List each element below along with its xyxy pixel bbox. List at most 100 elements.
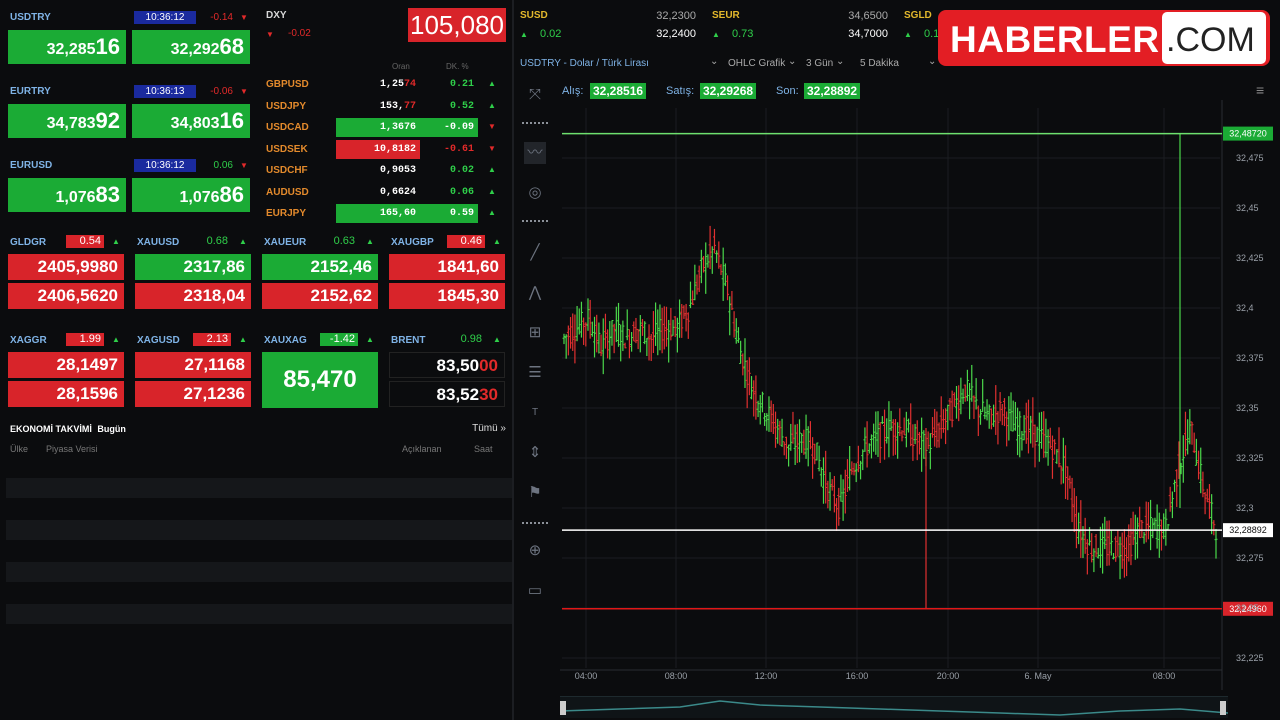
toolbar-separator	[522, 522, 548, 524]
hide-eye-icon[interactable]: ◎	[524, 182, 546, 204]
fx-change: 0.52	[449, 100, 474, 112]
metal-card[interactable]: XAGGR 1.99 ▲ 28,1497 28,1596	[8, 332, 126, 412]
chart-type-chevron-icon[interactable]: ⌄	[788, 56, 796, 67]
calendar-panel: EKONOMİ TAKVİMİ Bugün Tümü » Ülke Piyasa…	[6, 420, 512, 630]
fx-row[interactable]: AUDUSD 0,6624 0.06 ▲	[262, 182, 506, 203]
fx-row[interactable]: EURJPY 165,60 0.59 ▲	[262, 203, 506, 224]
down-arrow-icon: ▼	[240, 13, 248, 22]
calendar-row	[6, 520, 512, 540]
bid-main: 1,076	[55, 189, 96, 206]
ticker-name: SUSD	[520, 10, 548, 21]
ask-tail: 16	[219, 108, 244, 133]
ticker-item[interactable]: SEUR ▲ 0.73 34,6500 34,7000	[706, 6, 892, 46]
range-select[interactable]: 3 Gün	[806, 58, 833, 69]
quote-card[interactable]: USDTRY 10:36:12 -0.14 ▼ 32,28516 32,29268	[8, 8, 252, 76]
path-tool-icon[interactable]: ⋀	[524, 282, 546, 304]
trend-tool-icon[interactable]: 〰	[524, 142, 546, 164]
fx-row[interactable]: USDSEK 10,8182 -0.61 ▼	[262, 139, 506, 160]
interval-chevron-icon[interactable]: ⌄	[928, 56, 936, 67]
up-arrow-icon: ▲	[239, 335, 247, 344]
text-tool-icon[interactable]: T	[524, 402, 546, 424]
fx-row[interactable]: USDJPY 153,77 0.52 ▲	[262, 96, 506, 117]
metal-name: XAUUSD	[137, 237, 180, 248]
metal-change: -1.42	[320, 333, 358, 346]
fx-value-main: 1,25	[379, 79, 404, 90]
ask-box: 32,29268	[132, 30, 250, 64]
fx-name: USDSEK	[266, 143, 308, 155]
up-arrow-icon: ▲	[493, 237, 501, 246]
x-tick-label: 04:00	[575, 671, 598, 681]
fx-row[interactable]: GBPUSD 1,2574 0.21 ▲	[262, 74, 506, 95]
fx-change: 0.21	[449, 79, 474, 90]
ticker-ask: 32,2400	[656, 28, 696, 40]
metal-header: BRENT 0.98 ▲	[389, 332, 507, 348]
fx-value-main: 1,3676	[379, 122, 416, 133]
quote-name: EURTRY	[10, 86, 51, 97]
ask-label: Satış:	[666, 85, 695, 97]
metal-bid: 2405,9980	[8, 254, 124, 280]
dxy-value: 105,080	[408, 8, 506, 42]
y-tick-label: 32,225	[1236, 653, 1264, 663]
fx-name: USDJPY	[266, 100, 307, 112]
bid-main: 34,783	[46, 115, 96, 132]
fib-tool-icon[interactable]: ☰	[524, 362, 546, 384]
fx-row[interactable]: USDCHF 0,9053 0.02 ▲	[262, 160, 506, 181]
fx-value-main: 0,6624	[379, 186, 416, 198]
quote-change: -0.14	[210, 12, 233, 23]
menu-icon[interactable]: ≡	[1256, 82, 1264, 98]
metal-card[interactable]: BRENT 0.98 ▲ 83,5000 83,5230	[389, 332, 507, 412]
metal-value: 85,470	[262, 352, 378, 408]
chart-type-select[interactable]: OHLC Grafik	[728, 58, 785, 69]
symbol-select[interactable]: USDTRY - Dolar / Türk Lirası	[520, 58, 649, 69]
metal-card[interactable]: GLDGR 0.54 ▲ 2405,9980 2406,5620	[8, 234, 126, 314]
fullscreen-icon[interactable]: ⤧	[524, 84, 546, 106]
ticker-bid: 32,2300	[656, 10, 696, 22]
chart-navigator[interactable]	[560, 696, 1228, 718]
folder-icon[interactable]: ▭	[524, 580, 546, 602]
bid-value: 32,28516	[590, 83, 647, 99]
calendar-all-link[interactable]: Tümü »	[472, 423, 506, 434]
interval-select[interactable]: 5 Dakika	[860, 58, 899, 69]
measure-tool-icon[interactable]: ⇕	[524, 442, 546, 464]
x-tick-label: 16:00	[846, 671, 869, 681]
ticker-ask: 34,7000	[848, 28, 888, 40]
grid-tool-icon[interactable]: ⊞	[524, 322, 546, 344]
metal-card[interactable]: XAUEUR 0.63 ▲ 2152,46 2152,62	[262, 234, 380, 314]
last-value: 32,28892	[804, 83, 861, 99]
calendar-col-time: Saat	[474, 444, 493, 454]
metal-card[interactable]: XAGUSD 2.13 ▲ 27,1168 27,1236	[135, 332, 253, 412]
dxy-change: -0.02	[288, 28, 311, 39]
dxy-panel[interactable]: DXY ▼ -0.02 105,080	[262, 6, 506, 46]
navigator-right-handle[interactable]	[1220, 701, 1226, 715]
metal-card[interactable]: XAUGBP 0.46 ▲ 1841,60 1845,30	[389, 234, 507, 314]
ticker-item[interactable]: SUSD ▲ 0.02 32,2300 32,2400	[514, 6, 700, 46]
last-label: Son:	[776, 85, 799, 97]
line-tool-icon[interactable]: ╱	[524, 242, 546, 264]
fx-value-main: 165,60	[379, 208, 416, 219]
metal-ask: 2406,5620	[8, 283, 124, 309]
range-chevron-icon[interactable]: ⌄	[836, 56, 844, 67]
up-arrow-icon: ▲	[712, 30, 720, 39]
down-arrow-icon: ▼	[240, 87, 248, 96]
quote-card[interactable]: EURTRY 10:36:13 -0.06 ▼ 34,78392 34,80316	[8, 82, 252, 150]
flag-tool-icon[interactable]: ⚑	[524, 482, 546, 504]
bid-tail: 83	[95, 182, 120, 207]
calendar-title: EKONOMİ TAKVİMİ Bugün	[10, 424, 126, 434]
zoom-icon[interactable]: ⊕	[524, 540, 546, 562]
price-chart[interactable]: 32,4872032,2889232,24960 32,47532,4532,4…	[560, 100, 1280, 720]
ticker-change: 0.1	[924, 28, 940, 40]
up-arrow-icon: ▲	[112, 237, 120, 246]
quote-card[interactable]: EURUSD 10:36:12 0.06 ▼ 1,07683 1,07686	[8, 156, 252, 224]
fx-row[interactable]: USDCAD 1,3676 -0.09 ▼	[262, 117, 506, 138]
metal-header: XAGUSD 2.13 ▲	[135, 332, 253, 348]
bid-main: 32,285	[46, 41, 96, 58]
metal-change: 0.98	[460, 333, 482, 345]
symbol-chevron-icon[interactable]: ⌄	[710, 56, 718, 67]
quote-name: EURUSD	[10, 160, 53, 171]
x-tick-label: 08:00	[665, 671, 688, 681]
metal-card[interactable]: XAUUSD 0.68 ▲ 2317,86 2318,04	[135, 234, 253, 314]
metal-header: XAUEUR 0.63 ▲	[262, 234, 380, 250]
navigator-left-handle[interactable]	[560, 701, 566, 715]
metal-card[interactable]: XAUXAG -1.42 ▲ 85,470	[262, 332, 380, 412]
fx-value: 0,6624	[336, 183, 420, 202]
